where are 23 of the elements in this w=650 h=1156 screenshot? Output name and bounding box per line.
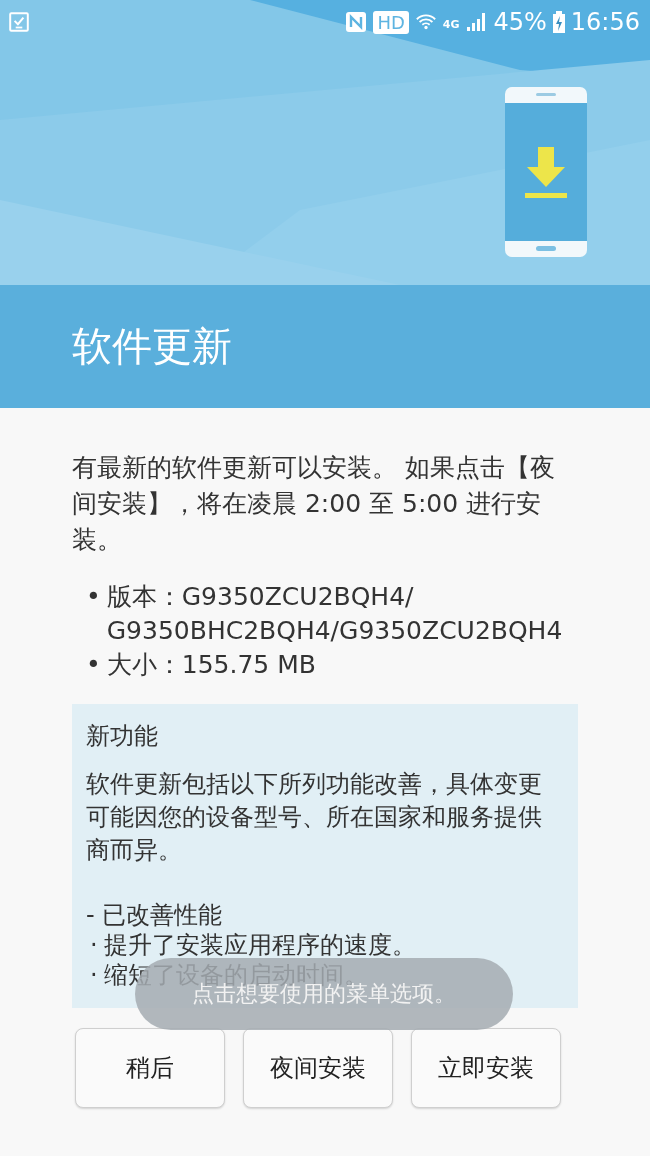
clock: 16:56 bbox=[570, 8, 640, 36]
bullet: · bbox=[90, 930, 98, 960]
panel-description: 软件更新包括以下所列功能改善，具体变更可能因您的设备型号、所在国家和服务提供商而异。 bbox=[86, 769, 543, 866]
action-button[interactable]: 立即安装 bbox=[411, 1028, 561, 1108]
intro-text: 有最新的软件更新可以安装。 如果点击【夜间安装】，将在凌晨 2:00 至 5:00 进行安装。 bbox=[72, 452, 556, 556]
panel-heading: 新功能 bbox=[86, 721, 159, 752]
section-heading: - 已改善性能 bbox=[86, 900, 224, 930]
nfc-icon bbox=[345, 11, 368, 33]
bullet: • bbox=[86, 581, 101, 613]
bullet: • bbox=[86, 649, 101, 681]
signal-icon bbox=[465, 11, 488, 33]
action-button[interactable]: 稍后 bbox=[75, 1028, 225, 1108]
checklist-icon bbox=[8, 11, 30, 33]
network-type: 4G bbox=[442, 18, 460, 31]
hd-badge: HD bbox=[373, 10, 409, 34]
detail-text: 大小：155.75 MB bbox=[106, 649, 317, 681]
list-item: 提升了安装应用程序的速度。 bbox=[103, 930, 416, 960]
phone-download-icon bbox=[505, 87, 587, 257]
detail-text: 版本：G9350ZCU2BQH4/ G9350BHC2BQH4/G9350ZCU2BQH4 bbox=[106, 581, 564, 647]
battery-percent: 45% bbox=[493, 8, 547, 36]
page-title: 软件更新 bbox=[72, 322, 232, 371]
bullet: · bbox=[90, 960, 98, 990]
action-button[interactable]: 夜间安装 bbox=[243, 1028, 393, 1108]
